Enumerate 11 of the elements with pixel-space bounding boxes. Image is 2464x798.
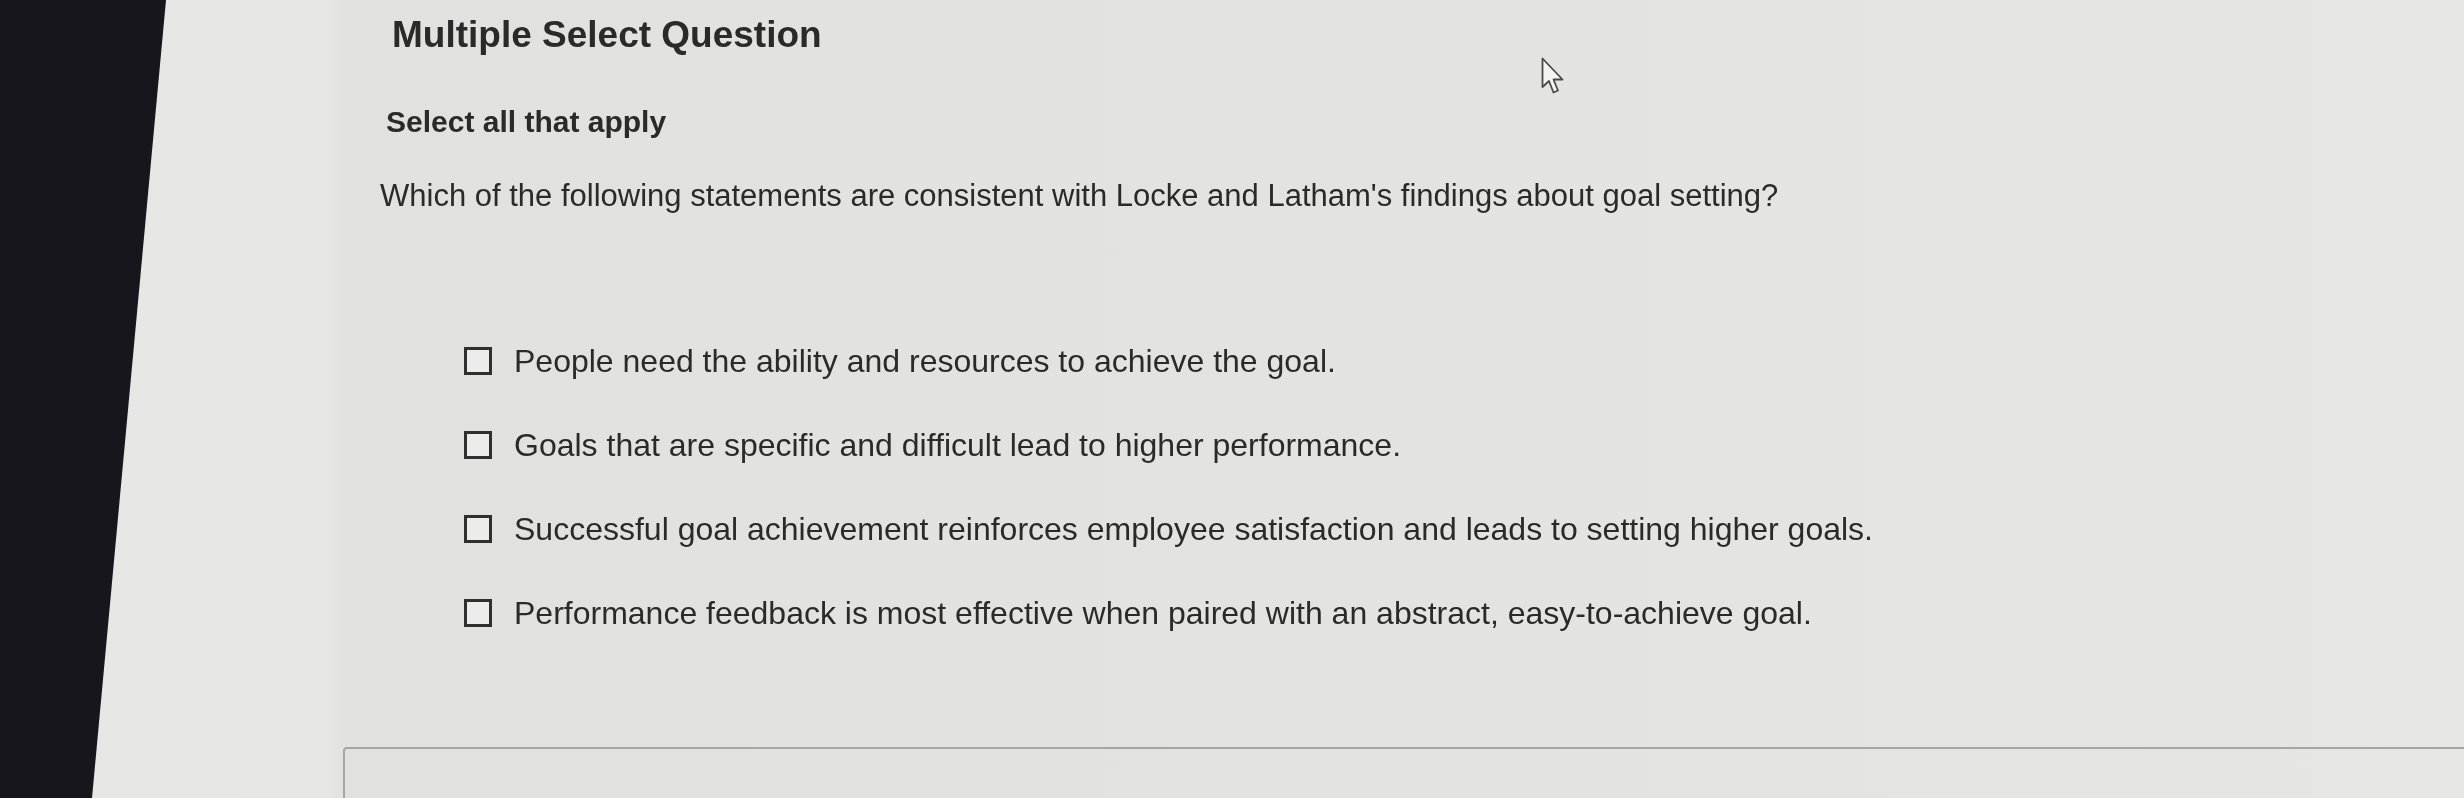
checkbox[interactable] <box>464 515 492 543</box>
checkbox[interactable] <box>464 599 492 627</box>
option-label: Performance feedback is most effective when paired with an abstract, easy-to-achieve goal. <box>514 594 1812 632</box>
option-label: Goals that are specific and difficult lead to higher performance. <box>514 426 1401 464</box>
question-text: Which of the following statements are consistent with Locke and Latham's findings about goal setting? <box>380 178 1780 214</box>
checkbox[interactable] <box>464 347 492 375</box>
question-type-title: Multiple Select Question <box>392 14 823 56</box>
instruction-text: Select all that apply <box>386 105 668 139</box>
checkbox[interactable] <box>464 431 492 459</box>
option-label: Successful goal achievement reinforces employee satisfaction and leads to setting higher goals. <box>514 510 1873 548</box>
option-label: People need the ability and resources to achieve the goal. <box>514 342 1336 380</box>
